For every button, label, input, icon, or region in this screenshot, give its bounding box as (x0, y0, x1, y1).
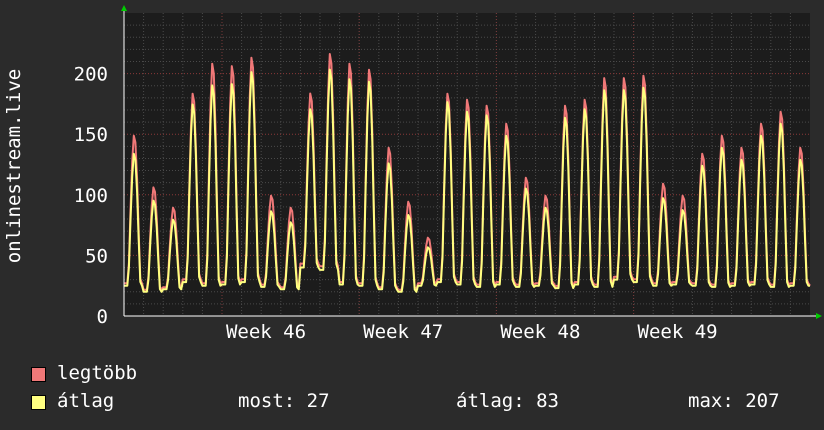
legend-swatch-atlag (31, 395, 46, 410)
y-tick-label: 100 (74, 185, 108, 207)
legend-label-legtobb: legtöbb (57, 362, 138, 384)
x-tick-label: Week 48 (500, 321, 580, 343)
y-tick-label: 0 (97, 306, 108, 328)
y-tick-label: 200 (74, 64, 108, 86)
x-tick-label: Week 47 (363, 321, 443, 343)
stat-max: max: 207 (688, 390, 780, 412)
y-axis-arrow (121, 5, 127, 11)
y-tick-label: 150 (74, 124, 108, 146)
y-axis-label: onlinestream.live (3, 69, 25, 263)
legend-label-atlag: átlag (57, 390, 115, 412)
x-tick-label: Week 49 (638, 321, 718, 343)
x-tick-label: Week 46 (226, 321, 306, 343)
x-axis-arrow (816, 313, 822, 319)
stat-average: átlag: 83 (456, 390, 559, 412)
legend-swatch-legtobb (31, 367, 46, 382)
stat-now: most: 27 (238, 390, 330, 412)
y-tick-label: 50 (85, 245, 108, 267)
